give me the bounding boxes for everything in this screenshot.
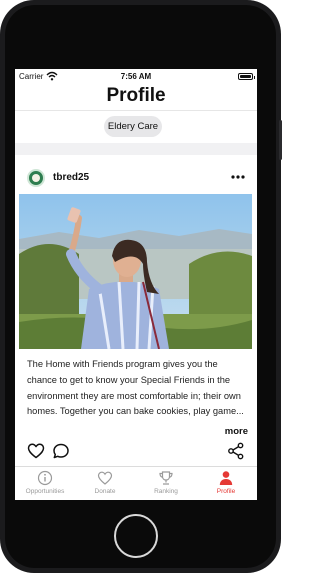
- tab-donate[interactable]: Donate: [75, 469, 135, 499]
- read-more-link[interactable]: more: [225, 426, 248, 437]
- tab-label: Profile: [216, 488, 236, 495]
- battery-icon: [238, 73, 255, 80]
- tab-label: Donate: [94, 488, 116, 495]
- filter-chip-eldery-care[interactable]: Eldery Care: [104, 116, 162, 137]
- comment-bubble-icon[interactable]: [52, 442, 70, 460]
- home-button[interactable]: [114, 514, 158, 558]
- page-title: Profile: [106, 85, 166, 106]
- divider: [15, 110, 257, 111]
- tab-bar: Opportunities Donate Ranking Profile: [15, 466, 257, 500]
- section-separator: [15, 143, 257, 155]
- tab-ranking[interactable]: Ranking: [136, 469, 196, 499]
- info-circle-icon: [37, 470, 53, 486]
- more-options-icon[interactable]: [231, 175, 245, 179]
- avatar-logo: [32, 174, 40, 182]
- side-button: [279, 120, 282, 160]
- heart-icon: [97, 471, 113, 485]
- avatar[interactable]: [27, 169, 45, 187]
- share-nodes-icon[interactable]: [227, 442, 245, 460]
- post-caption: The Home with Friends program gives you …: [27, 359, 244, 417]
- post-photo[interactable]: [19, 194, 252, 349]
- tab-label: Opportunities: [25, 488, 65, 495]
- tab-label: Ranking: [154, 488, 178, 495]
- trophy-icon: [159, 471, 173, 485]
- tab-opportunities[interactable]: Opportunities: [15, 469, 75, 499]
- post-username[interactable]: tbred25: [53, 172, 89, 183]
- person-icon: [219, 471, 233, 485]
- app-screen: Carrier 7:56 AM Profile Eldery Care tbre…: [15, 69, 257, 500]
- post-card: tbred25 The Home with Friends program gi…: [15, 155, 257, 475]
- tab-profile[interactable]: Profile: [196, 469, 256, 499]
- status-time: 7:56 AM: [120, 72, 152, 81]
- status-bar: Carrier 7:56 AM: [15, 69, 257, 83]
- post-actions: [15, 442, 257, 462]
- heart-outline-icon[interactable]: [27, 442, 45, 460]
